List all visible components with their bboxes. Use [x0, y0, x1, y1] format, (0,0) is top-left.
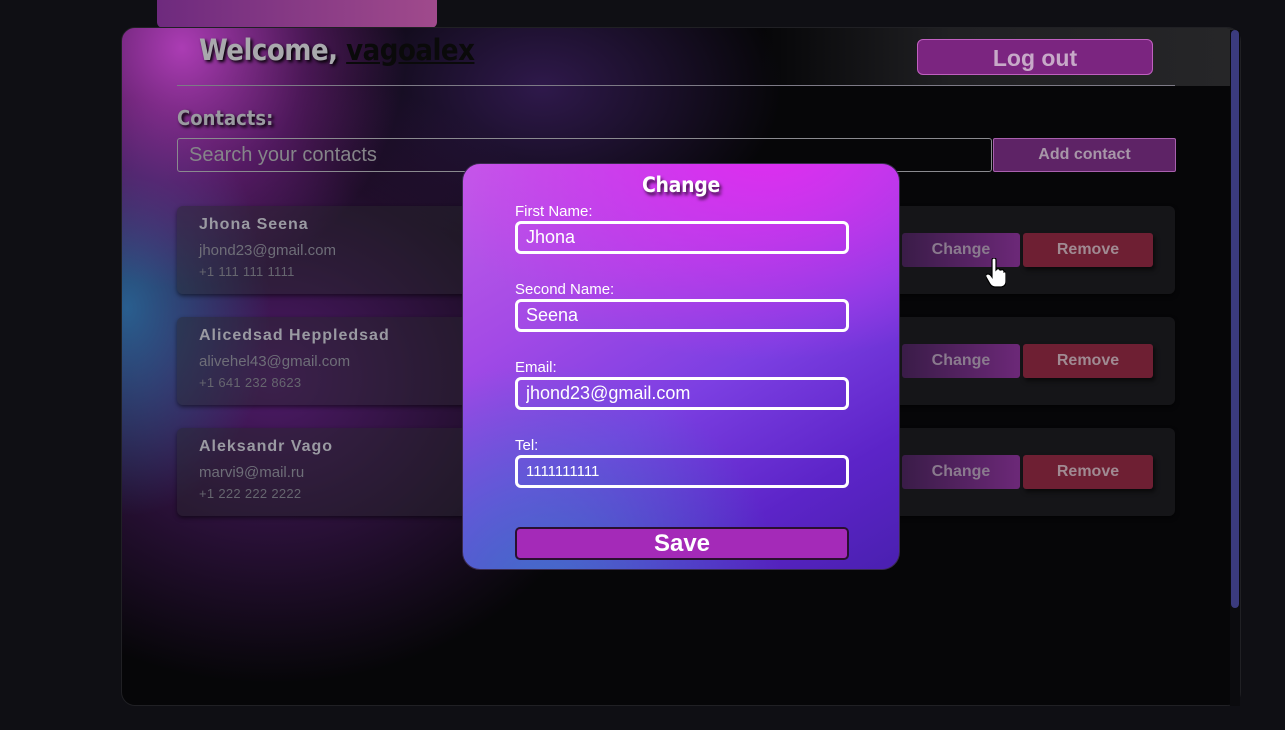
contact-name: Aleksandr Vago [199, 438, 334, 455]
change-button[interactable]: Change [902, 344, 1020, 378]
contact-email: marvi9@mail.ru [199, 464, 305, 481]
second-name-label: Second Name: [515, 281, 615, 298]
tel-label: Tel: [515, 437, 539, 454]
modal-title: Change [641, 173, 721, 197]
decorative-tab [157, 0, 437, 28]
logout-button[interactable]: Log out [917, 39, 1153, 75]
contact-name: Jhona Seena [199, 216, 309, 233]
change-contact-modal: Change First Name: Second Name: Email: T… [462, 163, 900, 570]
welcome-prefix: Welcome, [199, 33, 338, 67]
contacts-heading: Contacts: [177, 106, 274, 130]
save-button[interactable]: Save [515, 527, 849, 560]
email-field[interactable] [515, 377, 849, 410]
tel-field[interactable] [515, 455, 849, 488]
contact-name: Alicedsad Heppledsad [199, 327, 390, 344]
add-contact-button[interactable]: Add contact [993, 138, 1176, 172]
remove-button[interactable]: Remove [1023, 233, 1153, 267]
remove-button[interactable]: Remove [1023, 455, 1153, 489]
contact-phone: +1 222 222 2222 [199, 486, 302, 501]
header-divider [177, 85, 1175, 86]
contact-email: alivehel43@gmail.com [199, 353, 351, 370]
scrollbar[interactable] [1230, 30, 1240, 706]
email-label: Email: [515, 359, 557, 376]
second-name-field[interactable] [515, 299, 849, 332]
username-link[interactable]: vagoalex [346, 33, 475, 67]
contact-phone: +1 641 232 8623 [199, 375, 302, 390]
first-name-field[interactable] [515, 221, 849, 254]
contact-email: jhond23@gmail.com [199, 242, 336, 259]
scrollbar-thumb[interactable] [1231, 30, 1239, 608]
hand-pointer-icon [985, 257, 1007, 293]
contact-phone: +1 111 111 1111 [199, 264, 295, 279]
remove-button[interactable]: Remove [1023, 344, 1153, 378]
change-button[interactable]: Change [902, 455, 1020, 489]
welcome-heading: Welcome, vagoalex [199, 33, 475, 67]
first-name-label: First Name: [515, 203, 593, 220]
